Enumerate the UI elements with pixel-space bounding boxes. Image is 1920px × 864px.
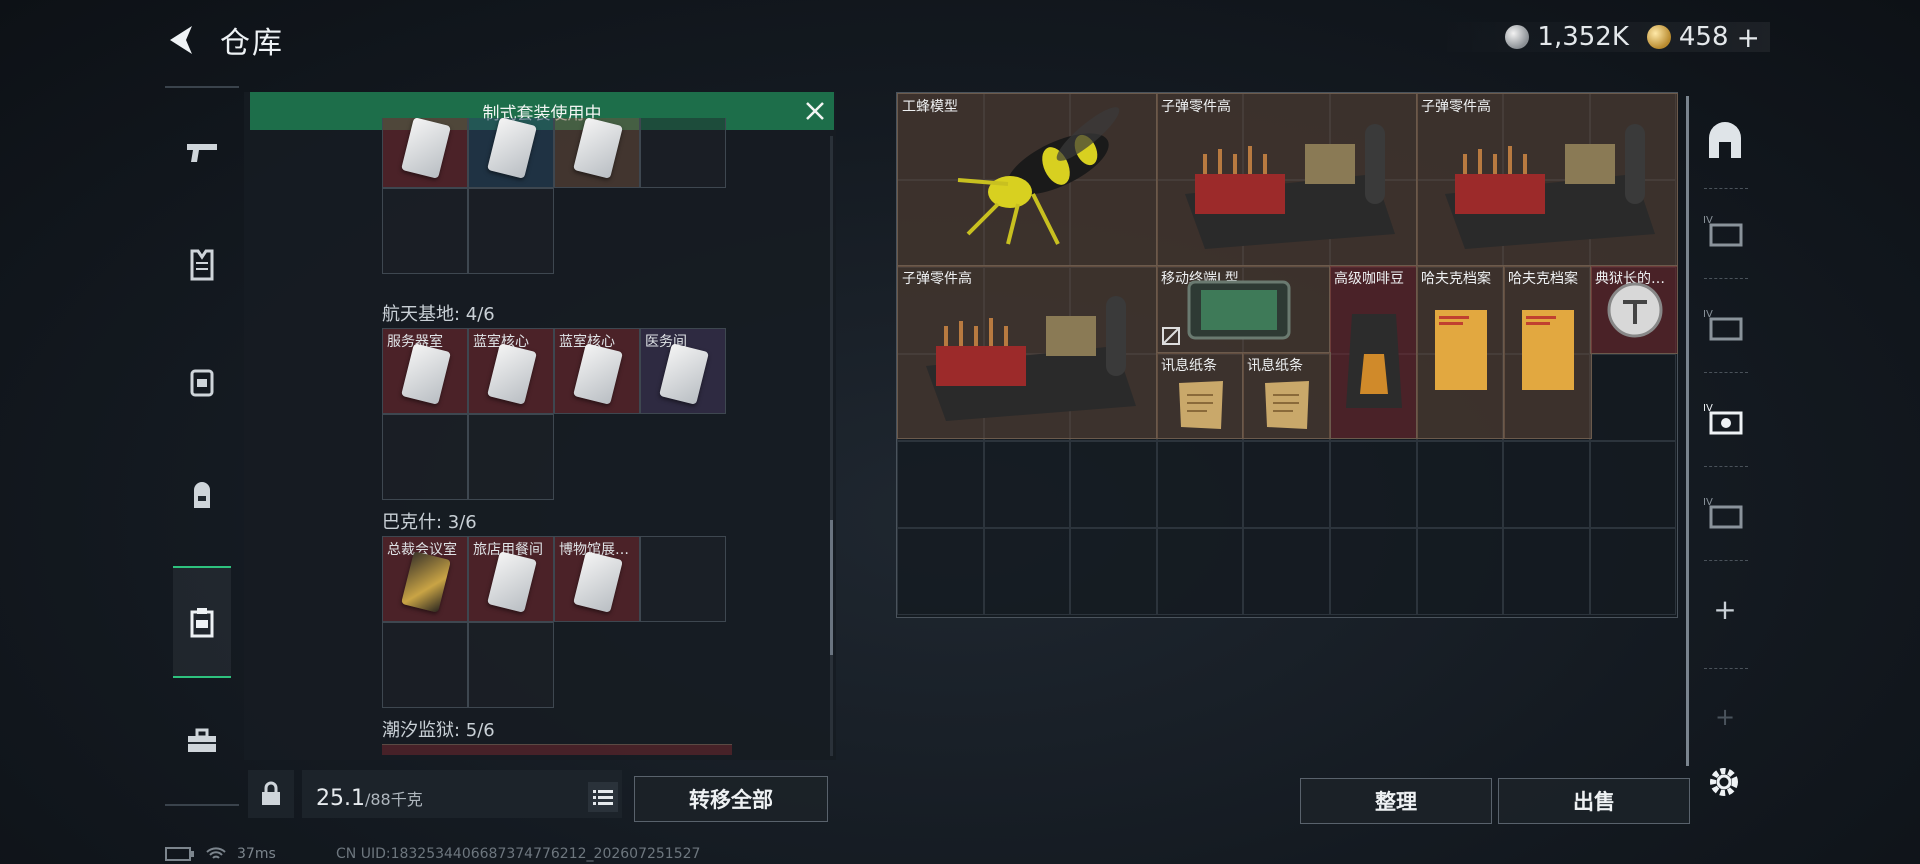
backpack-icon[interactable] xyxy=(173,466,231,524)
settings-gear-icon[interactable] xyxy=(1706,764,1742,800)
key-group-tidal-prison xyxy=(382,744,732,755)
silver-amount: 1,352K xyxy=(1537,22,1629,52)
lock-button[interactable] xyxy=(248,770,294,818)
stash-item-haffk-archive[interactable]: 哈夫克档案 xyxy=(1416,265,1505,439)
back-arrow-icon[interactable] xyxy=(162,20,202,60)
key-slot[interactable]: 旅店用餐间 xyxy=(468,536,554,622)
bullet-parts-icon xyxy=(926,296,1136,421)
panel-scrollbar[interactable] xyxy=(830,136,833,756)
key-slot[interactable] xyxy=(382,118,468,188)
key-slot[interactable] xyxy=(468,118,554,188)
stash-tab-iv-4-icon[interactable]: IV xyxy=(1702,490,1748,536)
coffee-bag-icon xyxy=(1346,314,1402,408)
stash-scrollbar[interactable] xyxy=(1686,96,1689,766)
stash-item-message-note[interactable]: 讯息纸条 xyxy=(1242,352,1331,439)
gun-icon[interactable] xyxy=(173,122,231,180)
stash-item-bullet-parts[interactable]: 子弹零件高 xyxy=(897,265,1158,439)
group-title-bakesh: 巴克什: 3/6 xyxy=(382,512,477,533)
toolbox-icon[interactable] xyxy=(173,712,231,770)
key-slot[interactable]: 总裁会议室 xyxy=(382,536,468,622)
key-slot[interactable] xyxy=(554,118,640,188)
wifi-icon xyxy=(206,847,226,859)
uid-text: CN UID:1832534406687374776212_2026072515… xyxy=(336,846,701,862)
key-group-aerospace: 服务器室 蓝室核心 蓝室核心 医务间 xyxy=(382,328,726,500)
close-icon[interactable] xyxy=(802,98,828,124)
add-stash-tab-disabled: + xyxy=(1714,703,1736,731)
stash-item-bullet-parts[interactable]: 子弹零件高 xyxy=(1156,93,1418,267)
ping-text: 37ms xyxy=(237,846,276,862)
status-bar: 37ms xyxy=(165,846,276,862)
page-title: 仓库 xyxy=(220,26,284,61)
transfer-all-button[interactable]: 转移全部 xyxy=(634,776,828,822)
sell-button[interactable]: 出售 xyxy=(1498,778,1690,824)
gold-amount: 458 xyxy=(1678,22,1729,52)
key-slot[interactable] xyxy=(382,414,468,500)
stash-item-mobile-terminal[interactable]: 移动终端L型 xyxy=(1156,265,1331,354)
unsearched-icon xyxy=(1162,327,1180,345)
stash-item-wasp-model[interactable]: 工蜂模型 xyxy=(897,93,1158,267)
key-group-bakesh: 总裁会议室 旅店用餐间 博物馆展… xyxy=(382,536,726,708)
archive-folder-icon xyxy=(1435,310,1487,390)
group-title-aerospace: 航天基地: 4/6 xyxy=(382,304,495,325)
wasp-model-icon xyxy=(957,107,1120,245)
armor-icon[interactable] xyxy=(173,236,231,294)
key-slot[interactable]: 蓝室核心 xyxy=(468,328,554,414)
weight-text: 25.1/88千克 xyxy=(316,786,423,811)
silver-coin-icon xyxy=(1505,25,1530,49)
bullet-parts-icon xyxy=(1445,124,1655,249)
key-slot[interactable] xyxy=(468,414,554,500)
mobile-terminal-icon xyxy=(1187,280,1291,340)
key-slot[interactable] xyxy=(382,622,468,708)
stash-tab-iv-1-icon[interactable]: IV xyxy=(1702,208,1748,254)
panel-scroll-thumb[interactable] xyxy=(830,520,833,655)
note-paper-icon xyxy=(1265,381,1309,429)
key-slot[interactable] xyxy=(640,118,726,188)
key-group-0 xyxy=(382,118,732,294)
chest-rig-icon[interactable] xyxy=(173,352,231,410)
add-stash-tab-button[interactable]: + xyxy=(1702,586,1748,632)
organize-button[interactable]: 整理 xyxy=(1300,778,1492,824)
key-slot[interactable]: 蓝室核心 xyxy=(554,328,640,414)
stash-item-bullet-parts[interactable]: 子弹零件高 xyxy=(1416,93,1678,267)
stash-item-haffk-archive[interactable]: 哈夫克档案 xyxy=(1503,265,1592,439)
bullet-parts-icon xyxy=(1185,124,1395,249)
list-view-button[interactable] xyxy=(588,782,618,812)
list-icon xyxy=(593,790,613,805)
key-slot[interactable]: 博物馆展… xyxy=(554,536,640,622)
stash-tab-iv-3-icon[interactable]: IV xyxy=(1702,396,1748,442)
key-slot[interactable]: 医务间 xyxy=(640,328,726,414)
stash-item-coffee-beans[interactable]: 高级咖啡豆 xyxy=(1329,265,1418,439)
lock-icon xyxy=(262,781,280,805)
stash-tab-iv-2-icon[interactable]: IV xyxy=(1702,302,1748,348)
battery-icon xyxy=(165,847,194,861)
note-paper-icon xyxy=(1179,381,1223,429)
key-slot[interactable]: 服务器室 xyxy=(382,328,468,414)
stash-home-icon[interactable] xyxy=(1702,118,1748,164)
key-slot[interactable] xyxy=(468,188,554,274)
key-slot[interactable] xyxy=(640,536,726,622)
archive-folder-icon xyxy=(1522,310,1574,390)
secure-case-icon[interactable] xyxy=(173,566,231,678)
weight-current: 25.1 xyxy=(316,786,365,811)
key-slot[interactable] xyxy=(382,188,468,274)
group-title-tidal-prison: 潮汐监狱: 5/6 xyxy=(382,720,495,741)
gold-coin-icon xyxy=(1646,25,1671,49)
stash-item-message-note[interactable]: 讯息纸条 xyxy=(1156,352,1244,439)
stash-tabs: IV IV IV IV + + xyxy=(1690,92,1760,792)
add-currency-button[interactable]: + xyxy=(1737,21,1760,54)
warden-badge-icon xyxy=(1607,282,1663,338)
currency-bar: 1,352K 458 + xyxy=(1435,21,1770,54)
stash-item-warden[interactable]: 典狱长的… xyxy=(1590,265,1678,354)
stash-grid: 工蜂模型 子弹零件高 子弹零件高 子弹零件高 移动终端L型 高级咖啡豆 哈夫克档… xyxy=(896,92,1678,618)
equipment-nav xyxy=(165,86,239,806)
weight-max: /88千克 xyxy=(364,790,423,809)
key-slot[interactable] xyxy=(468,622,554,708)
